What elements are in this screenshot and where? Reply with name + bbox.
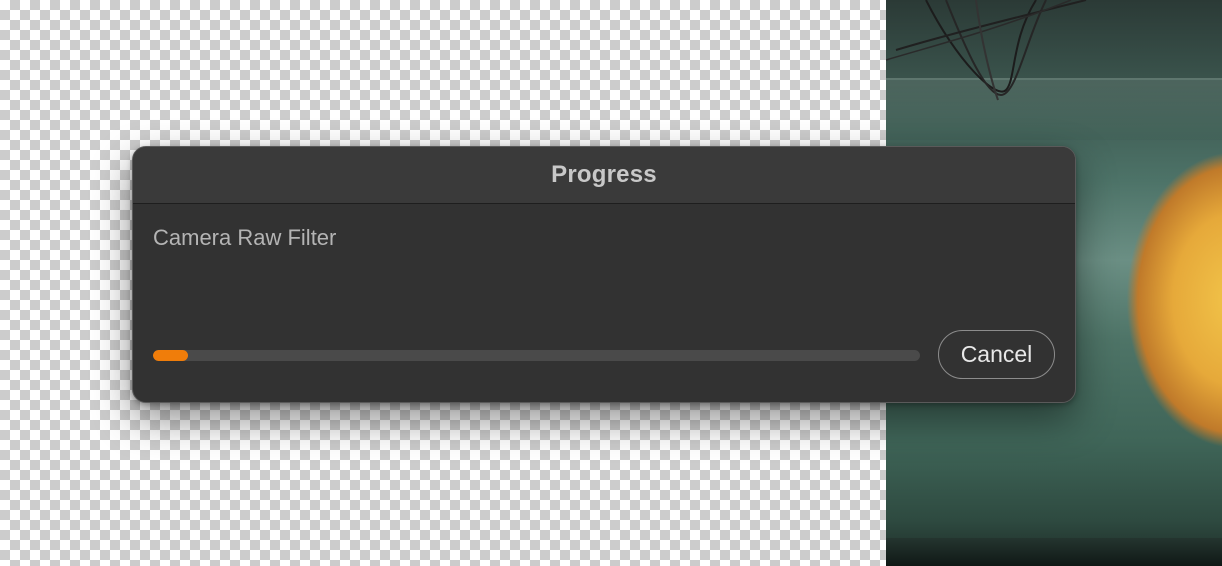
progress-bar-fill [153, 350, 188, 361]
cancel-button[interactable]: Cancel [938, 330, 1055, 379]
dialog-title: Progress [551, 161, 657, 188]
photo-wires [886, 0, 1087, 101]
dialog-titlebar: Progress [133, 147, 1075, 204]
progress-message: Camera Raw Filter [153, 225, 337, 250]
progress-bar [153, 350, 920, 361]
progress-dialog: Progress Camera Raw Filter Cancel [132, 146, 1076, 403]
photo-floor [886, 538, 1222, 566]
